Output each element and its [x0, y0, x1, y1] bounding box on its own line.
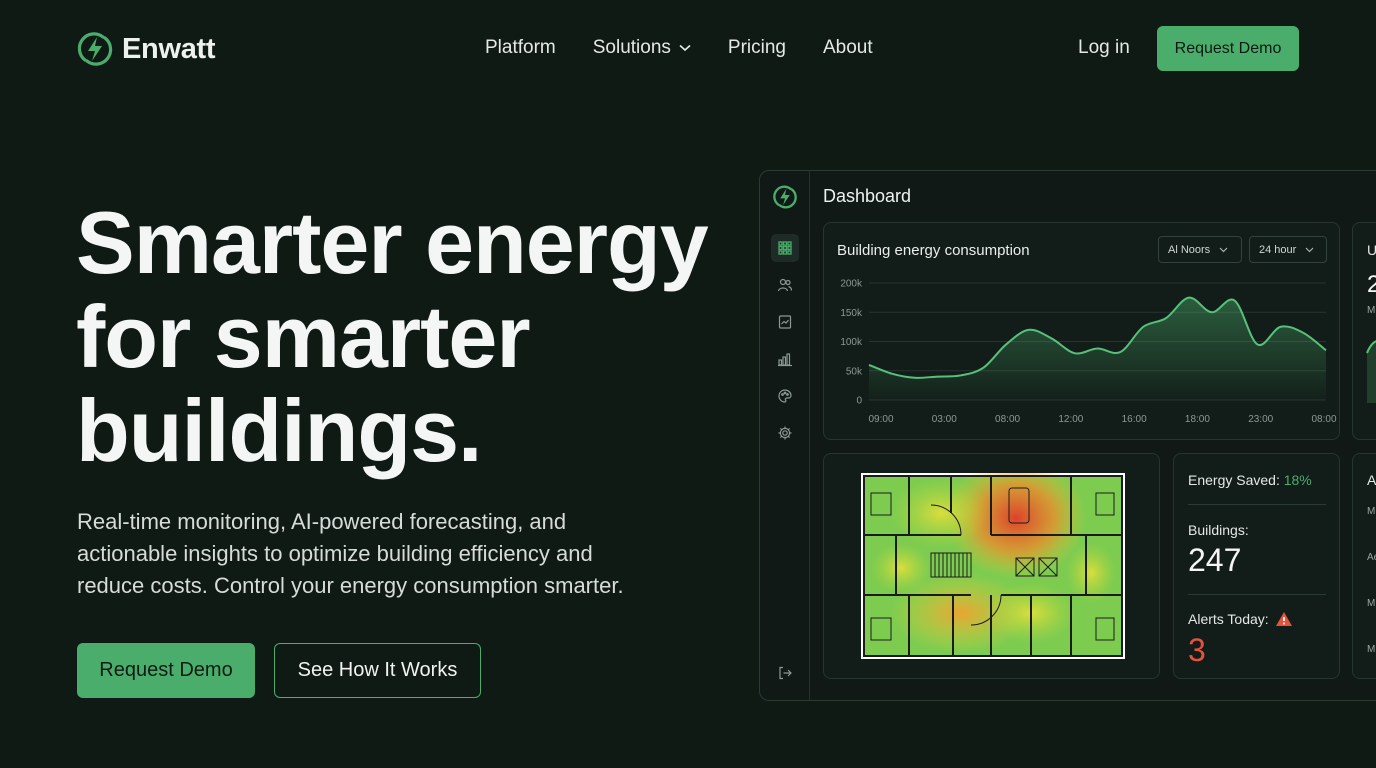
energy-area-chart: 0 50k 100k 150k 200k 09:00 03:00 08:00 12:00 16:0… — [840, 279, 1337, 426]
x-tick-label: 09:00 — [868, 414, 893, 425]
y-tick-label: 0 — [856, 396, 862, 407]
palette-icon — [778, 389, 792, 403]
gear-icon — [778, 426, 792, 440]
alerts-stat: Alerts Today: — [1188, 611, 1293, 627]
y-tick-label: 200k — [840, 279, 863, 290]
y-tick-label: 100k — [840, 337, 863, 348]
logout-icon — [779, 666, 792, 680]
main-menu: Platform Solutions Pricing About — [485, 37, 873, 59]
lightning-logo-icon — [77, 32, 113, 66]
request-demo-nav-button[interactable]: Request Demo — [1157, 26, 1299, 71]
document-chart-icon — [778, 315, 792, 329]
request-demo-button[interactable]: Request Demo — [77, 643, 255, 698]
grid-icon — [778, 241, 792, 255]
bar-chart-icon — [778, 353, 792, 367]
floorplan-heatmap — [861, 473, 1125, 659]
nav-link-about[interactable]: About — [823, 37, 873, 59]
energy-saved-stat: Energy Saved: 18% — [1188, 472, 1312, 488]
nav-link-solutions-label: Solutions — [592, 37, 671, 58]
x-tick-label: 23:00 — [1248, 414, 1273, 425]
sidebar-item-logout[interactable] — [771, 659, 799, 687]
sidebar-item-analytics[interactable] — [771, 345, 799, 373]
y-tick-label: 50k — [846, 366, 863, 377]
partial-list-item: M — [1367, 598, 1376, 609]
lightning-logo-icon — [773, 185, 797, 209]
partial-metric-card: U 2 M — [1352, 222, 1376, 440]
sidebar-item-reports[interactable] — [771, 308, 799, 336]
hero-title-line-3: buildings. — [76, 381, 483, 480]
hero-subtitle-line-1: Real-time monitoring, AI-powered forecas… — [77, 509, 567, 534]
hero-subtitle: Real-time monitoring, AI-powered forecas… — [77, 506, 677, 602]
partial-list-item: M — [1367, 506, 1376, 517]
chevron-down-icon — [679, 44, 691, 52]
energy-saved-label: Energy Saved: — [1188, 472, 1280, 488]
x-tick-label: 08:00 — [995, 414, 1020, 425]
sidebar-item-dashboard[interactable] — [771, 234, 799, 262]
hero-subtitle-line-2: actionable insights to optimize building… — [77, 541, 593, 566]
x-tick-label: 18:00 — [1185, 414, 1210, 425]
hero-title-line-2: for smarter — [76, 287, 531, 386]
x-tick-label: 08:00 — [1311, 414, 1336, 425]
hero-title: Smarter energy for smarter buildings. — [76, 196, 736, 478]
floorplan-heatmap-card — [823, 453, 1160, 679]
alerts-value: 3 — [1188, 632, 1206, 668]
brand-logo[interactable]: Enwatt — [76, 30, 216, 68]
users-icon — [777, 278, 793, 292]
partial-list-item: Ae — [1367, 552, 1376, 563]
stats-card: Energy Saved: 18% Buildings: 247 Alerts … — [1173, 453, 1340, 679]
hero-subtitle-line-3: reduce costs. Control your energy consum… — [77, 573, 624, 598]
nav-link-pricing[interactable]: Pricing — [728, 37, 786, 59]
alerts-label: Alerts Today: — [1188, 611, 1269, 627]
dashboard-preview: Dashboard Building energy consumption Al… — [759, 170, 1376, 701]
sidebar-item-users[interactable] — [771, 271, 799, 299]
nav-link-solutions[interactable]: Solutions — [593, 37, 691, 59]
energy-consumption-card: Building energy consumption Al Noors 24 … — [823, 222, 1340, 440]
energy-saved-value: 18% — [1283, 472, 1312, 488]
top-navigation: Enwatt Platform Solutions Pricing About … — [0, 0, 1376, 98]
x-tick-label: 12:00 — [1058, 414, 1083, 425]
warning-icon — [1275, 612, 1292, 626]
y-tick-label: 150k — [840, 308, 863, 319]
sidebar-item-appearance[interactable] — [771, 382, 799, 410]
buildings-value: 247 — [1188, 542, 1242, 578]
sidebar-item-settings[interactable] — [771, 419, 799, 447]
stat-divider — [1188, 504, 1326, 505]
x-tick-label: 16:00 — [1122, 414, 1147, 425]
see-how-it-works-button[interactable]: See How It Works — [274, 643, 481, 698]
hero-title-line-1: Smarter energy — [76, 193, 709, 292]
brand-name: Enwatt — [122, 32, 216, 65]
stat-divider — [1188, 594, 1326, 595]
partial-card-sparkline — [1366, 340, 1376, 403]
dashboard-sidebar — [760, 171, 810, 700]
x-tick-label: 03:00 — [932, 414, 957, 425]
partial-list-item: M — [1367, 644, 1376, 655]
buildings-label: Buildings: — [1188, 522, 1249, 538]
nav-link-platform[interactable]: Platform — [485, 37, 556, 59]
partial-list-heading: A — [1367, 472, 1376, 488]
partial-list-card: A M Ae M M — [1352, 453, 1376, 679]
dashboard-title: Dashboard — [823, 186, 912, 206]
login-link[interactable]: Log in — [1078, 37, 1130, 59]
